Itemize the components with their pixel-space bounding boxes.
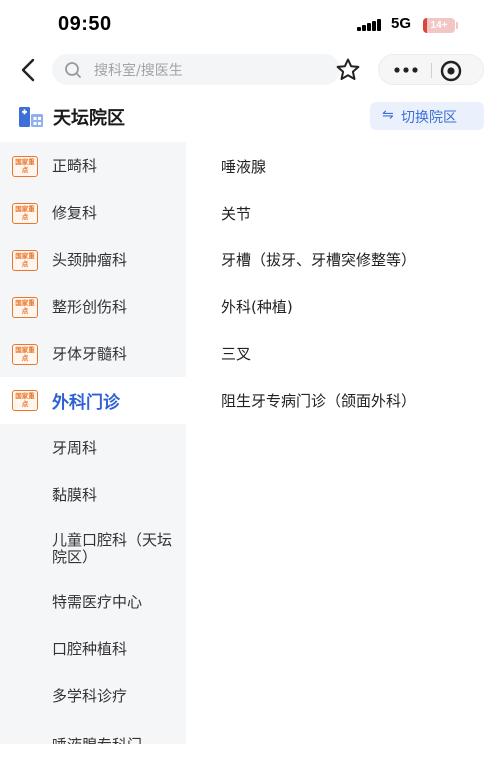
sidebar-subcategory-label: 口腔种植科 [52,640,128,658]
favorite-button[interactable] [334,56,362,84]
battery-icon: 14+ [423,18,455,33]
sidebar-subcategory-label: 多学科诊疗 [52,687,128,705]
switch-campus-label: 切换院区 [401,110,457,126]
sidebar-category-label: 整形创伤科 [52,298,128,316]
swap-arrows-icon: ⇋ [382,107,394,123]
bottom-safe-area [0,744,500,778]
subdepartment-list: 唾液腺关节牙槽（拔牙、牙槽突修整等） 外科(种植) 三叉阻生牙专病门诊（颌面外科） [186,142,500,744]
status-bar: 09:50 5G 14+ [0,0,500,50]
sidebar-category[interactable]: 国家重点 正畸科 [0,143,186,190]
star-icon [336,58,360,80]
target-circle-icon [440,60,462,82]
national-key-badge-icon: 国家重点 [12,203,38,224]
sidebar-subcategory-label: 特需医疗中心 [52,593,143,611]
sidebar-subcategory[interactable]: 口腔种植科 [0,626,186,673]
subdepartment-item[interactable]: 唾液腺 [221,156,266,177]
sidebar-subcategory[interactable]: 唾液腺专科门 [0,720,186,744]
campus-header: 天坛院区 ⇋ 切换院区 [0,92,500,142]
national-key-badge-icon: 国家重点 [12,390,38,411]
close-mini-program-button[interactable] [439,59,463,83]
sidebar-category-label: 牙体牙髓科 [52,345,128,363]
sidebar-subcategory-label: 牙周科 [52,439,98,457]
sidebar-subcategory[interactable]: 特需医疗中心 [0,579,186,626]
sidebar-subcategory-label: 黏膜科 [52,486,98,504]
mini-program-capsule [378,54,484,85]
more-button[interactable] [392,62,420,78]
sidebar-subcategory-label: 儿童口腔科（天坛院区） [52,531,173,566]
sidebar-category[interactable]: 国家重点 头颈肿瘤科 [0,237,186,284]
subdepartment-item[interactable]: 牙槽（拔牙、牙槽突修整等） [221,249,416,270]
sidebar-subcategory[interactable]: 黏膜科 [0,472,186,519]
search-bar[interactable]: 搜科室/搜医生 [52,54,340,85]
battery-level: 14+ [430,20,448,31]
network-type: 5G [391,15,412,32]
sidebar-category[interactable]: 国家重点 牙体牙髓科 [0,331,186,378]
campus-name: 天坛院区 [53,108,125,129]
national-key-badge-icon: 国家重点 [12,250,38,271]
sidebar-category[interactable]: 国家重点 整形创伤科 [0,284,186,331]
national-key-badge-icon: 国家重点 [12,156,38,177]
national-key-badge-icon: 国家重点 [12,297,38,318]
status-time: 09:50 [58,13,112,35]
back-arrow-icon [21,58,35,82]
subdepartment-item[interactable]: 关节 [221,203,251,224]
capsule-divider [431,63,432,78]
sidebar-category-label: 外科门诊 [52,393,120,413]
hospital-icon [19,107,43,127]
sidebar-subcategory[interactable]: 牙周科 [0,425,186,472]
sidebar-category[interactable]: 国家重点 外科门诊 [0,377,186,424]
more-dots-icon [394,67,418,73]
search-placeholder: 搜科室/搜医生 [94,63,183,79]
sidebar-subcategory[interactable]: 多学科诊疗 [0,673,186,720]
battery-cap [456,22,458,29]
department-sidebar: 国家重点 正畸科 国家重点 修复科 国家重点 头颈肿瘤科 国家重点 整形创伤科 国家重点 牙体牙髓… [0,142,186,744]
sidebar-subcategory-label: 唾液腺专科门 [52,734,142,744]
sidebar-subcategory[interactable]: 儿童口腔科（天坛院区） [0,527,186,574]
signal-icon [357,19,383,31]
switch-campus-button[interactable]: ⇋ 切换院区 [370,102,484,130]
subdepartment-item[interactable]: 阻生牙专病门诊（颌面外科） [221,390,416,411]
national-key-badge-icon: 国家重点 [12,344,38,365]
nav-bar: 搜科室/搜医生 [0,50,500,90]
sidebar-category-label: 修复科 [52,204,98,222]
back-button[interactable] [16,54,40,86]
search-icon [65,62,81,78]
subdepartment-item[interactable]: 三叉 [221,343,251,364]
sidebar-category-label: 正畸科 [52,157,98,175]
subdepartment-item[interactable]: 外科(种植) [221,296,293,317]
sidebar-category[interactable]: 国家重点 修复科 [0,190,186,237]
sidebar-category-label: 头颈肿瘤科 [52,251,128,269]
